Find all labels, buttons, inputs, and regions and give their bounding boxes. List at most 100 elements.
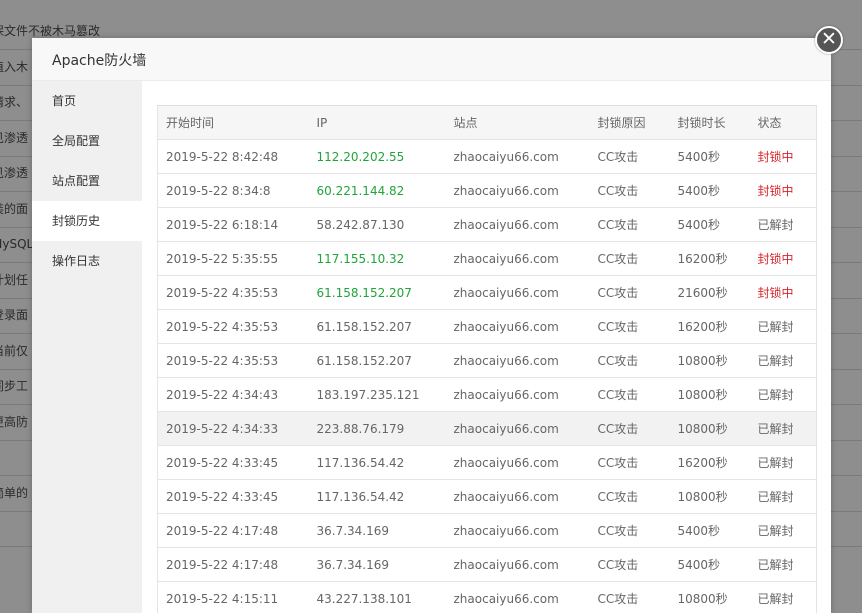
background-row-text: 简单的 xyxy=(0,485,29,500)
cell-site: zhaocaiyu66.com xyxy=(445,275,590,310)
cell-start-time: 2019-5-22 4:35:53 xyxy=(157,275,309,310)
sidebar-item-home[interactable]: 首页 xyxy=(32,81,142,121)
table-row[interactable]: 2019-5-22 6:18:14 58.242.87.130 zhaocaiyu6… xyxy=(157,207,817,242)
cell-ip: 112.20.202.55 xyxy=(308,139,446,174)
cell-duration: 10800秒 xyxy=(669,581,750,613)
cell-duration: 10800秒 xyxy=(669,377,750,412)
cell-status: 封锁中 xyxy=(749,275,817,310)
background-row-text: MySQL xyxy=(0,237,34,251)
cell-start-time: 2019-5-22 4:17:48 xyxy=(157,513,309,548)
cell-duration: 5400秒 xyxy=(669,513,750,548)
cell-ip: 58.242.87.130 xyxy=(308,207,446,242)
table-row[interactable]: 2019-5-22 4:35:53 61.158.152.207 zhaocaiyu… xyxy=(157,343,817,378)
background-row-text: 装的面 xyxy=(0,201,29,216)
background-row-text: 见渗透 xyxy=(0,130,29,145)
table-row[interactable]: 2019-5-22 4:33:45 117.136.54.42 zhaocaiyu6… xyxy=(157,445,817,480)
sidebar-item-operation-log[interactable]: 操作日志 xyxy=(32,241,142,281)
background-row-text: 保文件不被木马篡改 xyxy=(0,24,101,38)
cell-duration: 5400秒 xyxy=(669,207,750,242)
cell-start-time: 2019-5-22 6:18:14 xyxy=(157,207,309,242)
sidebar-item-block-history[interactable]: 封锁历史 xyxy=(32,201,142,241)
close-button[interactable]: ✕ xyxy=(815,26,843,54)
table-header-row: 开始时间 IP 站点 封锁原因 封锁时长 状态 xyxy=(157,105,817,140)
table-row[interactable]: 2019-5-22 4:17:48 36.7.34.169 zhaocaiyu66.… xyxy=(157,547,817,582)
cell-start-time: 2019-5-22 4:17:48 xyxy=(157,547,309,582)
cell-ip: 117.136.54.42 xyxy=(308,479,446,514)
table-row[interactable]: 2019-5-22 4:33:45 117.136.54.42 zhaocaiyu6… xyxy=(157,479,817,514)
cell-start-time: 2019-5-22 5:35:55 xyxy=(157,241,309,276)
cell-duration: 5400秒 xyxy=(669,173,750,208)
close-icon: ✕ xyxy=(821,28,837,50)
cell-start-time: 2019-5-22 4:35:53 xyxy=(157,343,309,378)
table-row[interactable]: 2019-5-22 4:15:11 43.227.138.101 zhaocaiyu… xyxy=(157,581,817,613)
cell-site: zhaocaiyu66.com xyxy=(445,309,590,344)
table-row[interactable]: 2019-5-22 4:34:43 183.197.235.121 zhaocaiy… xyxy=(157,377,817,412)
cell-reason: CC攻击 xyxy=(589,343,670,378)
cell-reason: CC攻击 xyxy=(589,513,670,548)
cell-start-time: 2019-5-22 8:34:8 xyxy=(157,173,309,208)
table-row[interactable]: 2019-5-22 4:17:48 36.7.34.169 zhaocaiyu66.… xyxy=(157,513,817,548)
cell-reason: CC攻击 xyxy=(589,207,670,242)
col-header-site: 站点 xyxy=(445,105,590,140)
firewall-modal: Apache防火墙 首页 全局配置 站点配置 封锁历史 操作日志 开始时间 IP… xyxy=(32,38,831,613)
background-row-text: 见渗透 xyxy=(0,166,29,180)
col-header-reason: 封锁原因 xyxy=(589,105,670,140)
cell-duration: 5400秒 xyxy=(669,139,750,174)
cell-status: 封锁中 xyxy=(749,173,817,208)
cell-ip: 36.7.34.169 xyxy=(308,547,446,582)
background-row-text: 登录面 xyxy=(0,308,29,322)
cell-duration: 16200秒 xyxy=(669,309,750,344)
cell-reason: CC攻击 xyxy=(589,275,670,310)
sidebar-item-site-config[interactable]: 站点配置 xyxy=(32,161,142,201)
cell-reason: CC攻击 xyxy=(589,581,670,613)
cell-ip: 61.158.152.207 xyxy=(308,343,446,378)
cell-start-time: 2019-5-22 4:35:53 xyxy=(157,309,309,344)
table-row[interactable]: 2019-5-22 4:35:53 61.158.152.207 zhaocaiyu… xyxy=(157,275,817,310)
block-history-table: 开始时间 IP 站点 封锁原因 封锁时长 状态 2019-5-22 8:42:4… xyxy=(157,105,817,613)
cell-status: 封锁中 xyxy=(749,241,817,276)
modal-header: Apache防火墙 xyxy=(32,38,831,81)
cell-reason: CC攻击 xyxy=(589,411,670,446)
cell-start-time: 2019-5-22 8:42:48 xyxy=(157,139,309,174)
cell-duration: 10800秒 xyxy=(669,479,750,514)
cell-site: zhaocaiyu66.com xyxy=(445,377,590,412)
cell-ip: 61.158.152.207 xyxy=(308,275,446,310)
cell-site: zhaocaiyu66.com xyxy=(445,445,590,480)
col-header-duration: 封锁时长 xyxy=(669,105,750,140)
background-row-text: 更高防 xyxy=(0,414,29,429)
cell-start-time: 2019-5-22 4:33:45 xyxy=(157,479,309,514)
sidebar-item-global-config[interactable]: 全局配置 xyxy=(32,121,142,161)
cell-ip: 117.155.10.32 xyxy=(308,241,446,276)
background-row-text: 计划任 xyxy=(0,272,29,287)
cell-site: zhaocaiyu66.com xyxy=(445,207,590,242)
cell-reason: CC攻击 xyxy=(589,139,670,174)
col-header-status: 状态 xyxy=(749,105,817,140)
background-row-text: 当前仅 xyxy=(0,343,29,358)
background-row-text: 植入木 xyxy=(0,59,29,74)
table-row[interactable]: 2019-5-22 8:42:48 112.20.202.55 zhaocaiyu6… xyxy=(157,139,817,174)
cell-status: 封锁中 xyxy=(749,139,817,174)
table-row[interactable]: 2019-5-22 4:34:33 223.88.76.179 zhaocaiyu6… xyxy=(157,411,817,446)
cell-ip: 223.88.76.179 xyxy=(308,411,446,446)
cell-site: zhaocaiyu66.com xyxy=(445,139,590,174)
cell-site: zhaocaiyu66.com xyxy=(445,343,590,378)
cell-status: 已解封 xyxy=(749,207,817,242)
table-row[interactable]: 2019-5-22 5:35:55 117.155.10.32 zhaocaiyu6… xyxy=(157,241,817,276)
cell-duration: 5400秒 xyxy=(669,547,750,582)
cell-duration: 16200秒 xyxy=(669,445,750,480)
table-row[interactable]: 2019-5-22 4:35:53 61.158.152.207 zhaocaiyu… xyxy=(157,309,817,344)
cell-site: zhaocaiyu66.com xyxy=(445,513,590,548)
table-row[interactable]: 2019-5-22 8:34:8 60.221.144.82 zhaocaiyu66… xyxy=(157,173,817,208)
cell-reason: CC攻击 xyxy=(589,547,670,582)
cell-status: 已解封 xyxy=(749,581,817,613)
cell-duration: 16200秒 xyxy=(669,241,750,276)
cell-site: zhaocaiyu66.com xyxy=(445,173,590,208)
cell-reason: CC攻击 xyxy=(589,377,670,412)
cell-start-time: 2019-5-22 4:33:45 xyxy=(157,445,309,480)
col-header-start-time: 开始时间 xyxy=(157,105,309,140)
cell-status: 已解封 xyxy=(749,343,817,378)
modal-title: Apache防火墙 xyxy=(52,53,147,69)
cell-ip: 60.221.144.82 xyxy=(308,173,446,208)
cell-site: zhaocaiyu66.com xyxy=(445,411,590,446)
background-row-text: 请求、 xyxy=(0,95,29,109)
